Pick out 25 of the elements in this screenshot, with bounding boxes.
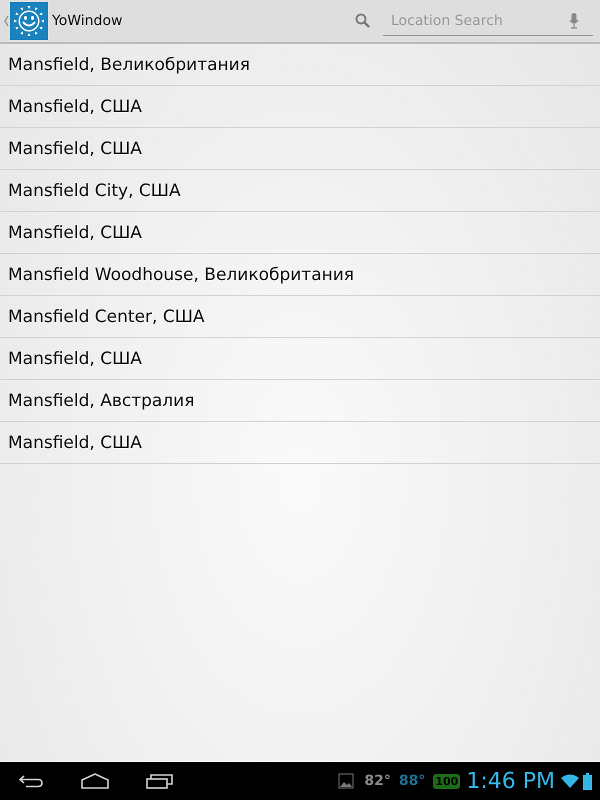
location-result[interactable]: Mansfield, Великобритания — [0, 44, 600, 86]
location-result[interactable]: Mansfield City, США — [0, 170, 600, 212]
back-icon[interactable] — [18, 774, 44, 788]
clock: 1:46 PM — [466, 768, 555, 794]
search-icon[interactable] — [355, 13, 371, 29]
wifi-icon — [561, 774, 579, 788]
location-result[interactable]: Mansfield, США — [0, 422, 600, 464]
temperature-reading: 88° — [398, 773, 426, 789]
temperature-reading: 82° — [364, 773, 391, 789]
location-result[interactable]: Mansfield Center, США — [0, 296, 600, 338]
home-icon[interactable] — [80, 773, 110, 789]
location-result[interactable]: Mansfield, Австралия — [0, 380, 600, 422]
app-title: YoWindow — [52, 13, 122, 29]
location-result[interactable]: Mansfield, США — [0, 212, 600, 254]
location-result[interactable]: Mansfield Woodhouse, Великобритания — [0, 254, 600, 296]
location-result[interactable]: Mansfield, США — [0, 128, 600, 170]
image-icon[interactable] — [338, 773, 354, 789]
search-field[interactable]: Location Search — [383, 12, 561, 30]
location-result[interactable]: Mansfield, США — [0, 86, 600, 128]
location-result[interactable]: Mansfield, США — [0, 338, 600, 380]
sun-logo-icon[interactable] — [10, 2, 48, 40]
recent-apps-icon[interactable] — [146, 773, 174, 789]
microphone-icon[interactable] — [569, 12, 579, 28]
battery-badge: 100 — [433, 774, 460, 788]
battery-icon — [583, 772, 592, 790]
